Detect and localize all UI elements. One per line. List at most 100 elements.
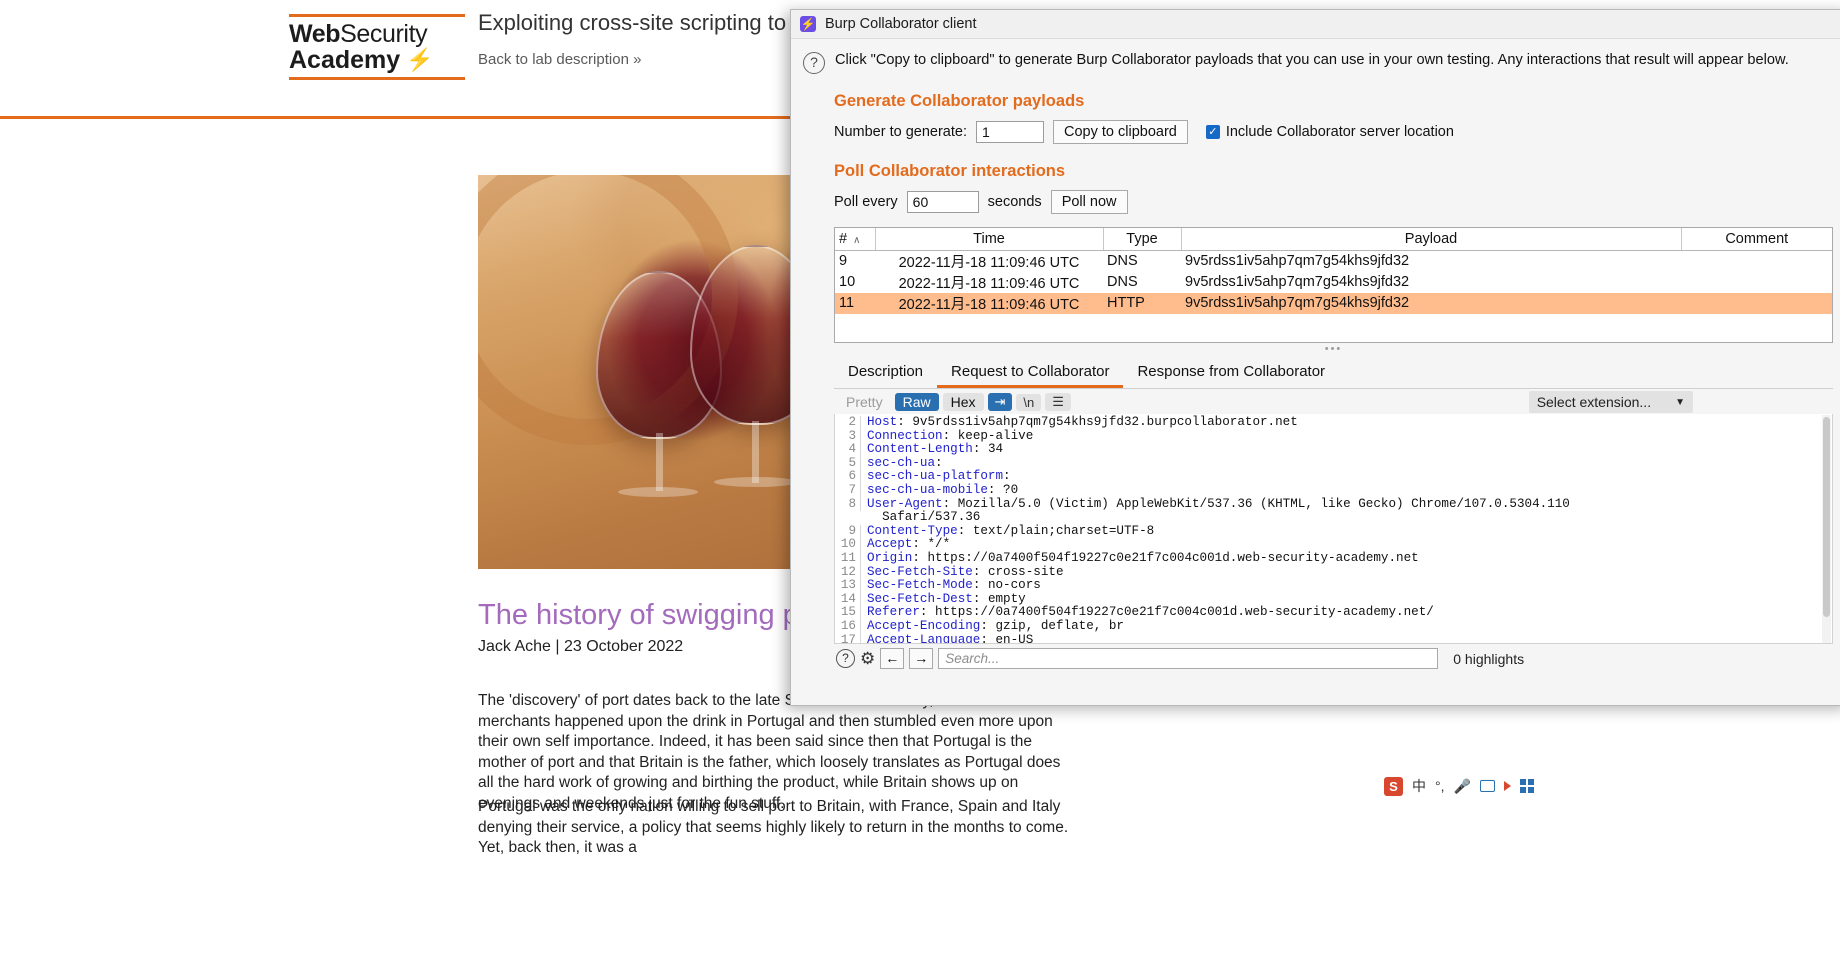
request-text: 2 Host: 9v5rdss1iv5ahp7qm7g54khs9jfd32.bu… — [835, 414, 1832, 643]
burp-logo-icon: ⚡ — [800, 16, 816, 32]
col-header-number-label: # — [839, 230, 848, 247]
window-titlebar[interactable]: ⚡ Burp Collaborator client — [791, 10, 1840, 39]
cell-time: 2022-11月-18 11:09:46 UTC — [875, 292, 1103, 314]
back-link-label: Back to lab description — [478, 51, 629, 68]
number-to-generate-input[interactable] — [976, 121, 1044, 143]
web-security-academy-logo[interactable]: WebSecurity Academy ⚡ — [289, 14, 465, 80]
cell-payload: 9v5rdss1iv5ahp7qm7g54khs9jfd32 — [1185, 274, 1410, 290]
raw-button[interactable]: Raw — [894, 393, 939, 411]
include-server-location-checkbox[interactable]: ✓ Include Collaborator server location — [1205, 124, 1454, 140]
logo-academy: Academy — [289, 46, 401, 74]
checkbox-checkmark-icon: ✓ — [1205, 125, 1220, 139]
tab-response-from-collaborator[interactable]: Response from Collaborator — [1123, 359, 1339, 388]
logo-web: Web — [289, 20, 341, 48]
editor-toolbar: Pretty Raw Hex ⇥ \n ☰ Select extension..… — [834, 389, 1833, 414]
window-body: ? Click "Copy to clipboard" to generate … — [791, 39, 1840, 669]
col-header-payload[interactable]: Payload — [1181, 228, 1682, 251]
search-input[interactable]: Search... — [938, 648, 1439, 669]
next-match-button[interactable]: → — [909, 648, 934, 669]
previous-match-button[interactable]: ← — [880, 648, 905, 669]
col-header-type[interactable]: Type — [1103, 228, 1182, 251]
tab-request-to-collaborator[interactable]: Request to Collaborator — [937, 359, 1124, 388]
table-body: 9 2022-11月-18 11:09:46 UTC DNS 9v5rdss1i… — [835, 250, 1832, 314]
back-to-lab-description-link[interactable]: Back to lab description » — [478, 51, 642, 68]
poll-interval-input[interactable] — [906, 191, 979, 213]
copy-to-clipboard-button[interactable]: Copy to clipboard — [1053, 120, 1188, 144]
pane-splitter-handle[interactable]: ••• — [834, 344, 1833, 355]
show-newlines-icon[interactable]: \n — [1016, 393, 1042, 411]
cell-type: DNS — [1107, 253, 1138, 269]
cell-payload: 9v5rdss1iv5ahp7qm7g54khs9jfd32 — [1181, 292, 1681, 314]
chevron-down-icon: ▼ — [1675, 396, 1685, 408]
cell-time: 2022-11月-18 11:09:46 UTC — [898, 275, 1080, 292]
cell-number: 11 — [835, 292, 875, 314]
table-row-selected[interactable]: 11 2022-11月-18 11:09:46 UTC HTTP 9v5rdss… — [835, 292, 1832, 314]
hex-button[interactable]: Hex — [942, 393, 984, 411]
request-viewer[interactable]: 2 Host: 9v5rdss1iv5ahp7qm7g54khs9jfd32.bu… — [834, 414, 1833, 644]
number-to-generate-label: Number to generate: — [834, 124, 967, 140]
poll-every-label: Poll every — [834, 194, 898, 210]
post-paragraph-2: Portugal was the only nation willing to … — [478, 798, 1069, 856]
window-title: Burp Collaborator client — [825, 16, 977, 32]
cell-type: DNS — [1107, 274, 1138, 290]
ime-language-indicator[interactable]: 中 — [1412, 776, 1426, 796]
tab-description[interactable]: Description — [834, 359, 937, 388]
interactions-table-wrapper[interactable]: # ∧ Time Type Payload Comment 9 2022-11月-… — [834, 227, 1833, 343]
col-header-number[interactable]: # ∧ — [835, 228, 876, 251]
detail-tabs: Description Request to Collaborator Resp… — [834, 359, 1833, 389]
col-header-time[interactable]: Time — [875, 228, 1104, 251]
glass-base-left — [618, 487, 698, 497]
chevron-right-icon: » — [633, 51, 641, 68]
cell-number: 10 — [839, 274, 856, 290]
scrollbar-thumb[interactable] — [1823, 417, 1830, 617]
ime-toolbar[interactable]: S 中 °, 🎤 — [1384, 773, 1536, 799]
pretty-button[interactable]: Pretty — [838, 393, 891, 411]
burp-collaborator-window[interactable]: ⚡ Burp Collaborator client ? Click "Copy… — [790, 9, 1840, 706]
poll-now-button[interactable]: Poll now — [1050, 190, 1128, 214]
glass-base-right — [714, 477, 798, 487]
col-header-comment[interactable]: Comment — [1681, 228, 1832, 251]
cell-number: 9 — [839, 253, 848, 269]
highlights-count: 0 highlights — [1453, 650, 1525, 667]
help-banner: ? Click "Copy to clipboard" to generate … — [791, 39, 1840, 74]
editor-bottom-bar: ? ⚙ ← → Search... 0 highlights — [834, 644, 1833, 669]
gear-icon[interactable]: ⚙ — [860, 650, 875, 667]
post-paragraph-1: The 'discovery' of port dates back to th… — [478, 692, 1061, 812]
question-mark-icon: ? — [803, 52, 825, 74]
keyboard-icon[interactable] — [1479, 780, 1495, 792]
generate-row: Number to generate: Copy to clipboard ✓ … — [834, 120, 1840, 144]
word-wrap-icon[interactable]: ⇥ — [987, 393, 1013, 411]
glass-stem-right — [752, 421, 759, 483]
logo-security: Security — [340, 20, 428, 48]
request-scrollbar[interactable] — [1822, 415, 1831, 643]
table-row[interactable]: 9 2022-11月-18 11:09:46 UTC DNS 9v5rdss1i… — [835, 250, 1832, 272]
help-icon[interactable]: ? — [836, 649, 855, 668]
table-row[interactable]: 10 2022-11月-18 11:09:46 UTC DNS 9v5rdss1… — [835, 272, 1832, 293]
apps-grid-icon[interactable] — [1519, 779, 1534, 793]
poll-interactions-heading: Poll Collaborator interactions — [834, 162, 1066, 180]
interactions-table: # ∧ Time Type Payload Comment 9 2022-11月-… — [835, 228, 1832, 314]
toolbox-icon[interactable] — [1503, 781, 1511, 791]
ime-punctuation-indicator[interactable]: °, — [1435, 778, 1445, 794]
help-text: Click "Copy to clipboard" to generate Bu… — [835, 52, 1789, 68]
cell-comment — [1681, 272, 1832, 293]
seconds-label: seconds — [987, 194, 1042, 210]
microphone-icon[interactable]: 🎤 — [1454, 778, 1471, 795]
editor-menu-icon[interactable]: ☰ — [1045, 393, 1071, 411]
select-extension-label: Select extension... — [1536, 394, 1652, 410]
cell-comment — [1681, 250, 1832, 272]
post-title: The history of swigging port — [478, 599, 833, 631]
cell-time: 2022-11月-18 11:09:46 UTC — [898, 254, 1080, 271]
page-title: Exploiting cross-site scripting to ca — [478, 10, 816, 35]
cell-comment — [1681, 292, 1832, 314]
select-extension-dropdown[interactable]: Select extension... ▼ — [1528, 391, 1693, 413]
cell-payload: 9v5rdss1iv5ahp7qm7g54khs9jfd32 — [1185, 253, 1410, 269]
cell-type: HTTP — [1103, 292, 1181, 314]
poll-row: Poll every seconds Poll now — [834, 190, 1840, 214]
post-meta: Jack Ache | 23 October 2022 — [478, 638, 684, 655]
sogou-logo-icon[interactable]: S — [1384, 776, 1403, 796]
include-server-location-label: Include Collaborator server location — [1225, 124, 1454, 140]
table-header-row: # ∧ Time Type Payload Comment — [835, 228, 1832, 251]
sort-ascending-icon: ∧ — [853, 234, 861, 246]
generate-payloads-heading: Generate Collaborator payloads — [834, 92, 1085, 110]
